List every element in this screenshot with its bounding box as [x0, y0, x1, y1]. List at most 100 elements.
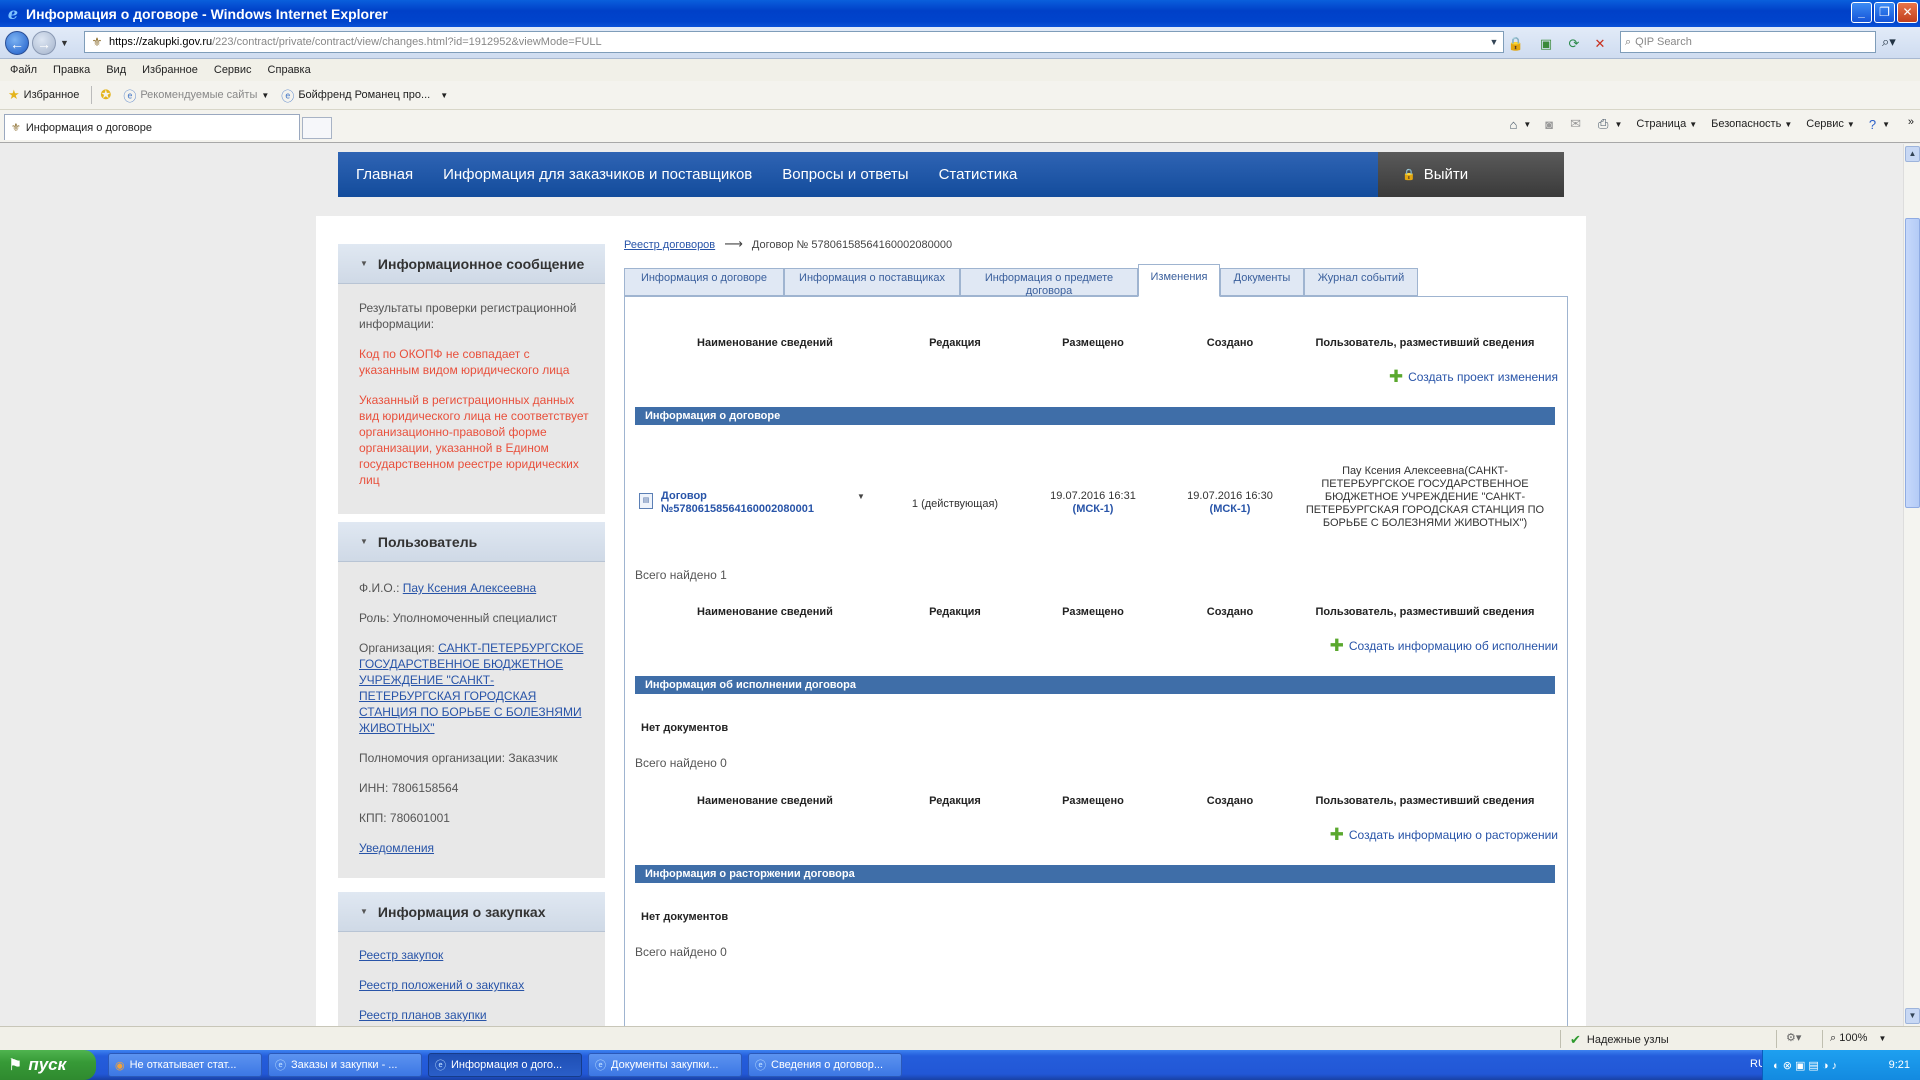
- taskbar-item-active[interactable]: ⓔ Информация о дого...: [428, 1053, 582, 1077]
- nav-info-customers[interactable]: Информация для заказчиков и поставщиков: [443, 166, 752, 183]
- forward-button[interactable]: →: [32, 30, 56, 55]
- menu-bar: Файл Правка Вид Избранное Сервис Справка: [0, 59, 1920, 81]
- recommended-sites-button[interactable]: ⓔ Рекомендуемые сайты ▼: [123, 86, 269, 105]
- tab-subject-info[interactable]: Информация о предмете договора: [960, 268, 1138, 297]
- taskbar-item[interactable]: ⓔ Документы закупки...: [588, 1053, 742, 1077]
- page-menu[interactable]: Страница ▼: [1636, 118, 1697, 130]
- tools-menu-label: Сервис: [1806, 118, 1844, 130]
- breadcrumb: Реестр договоров ⟶ Договор № 57806158564…: [624, 236, 952, 252]
- scroll-thumb[interactable]: [1905, 218, 1920, 508]
- tab-suppliers-info[interactable]: Информация о поставщиках: [784, 268, 960, 296]
- taskbar-item[interactable]: ◉ Не откатывает стат...: [108, 1053, 262, 1077]
- favorites-button[interactable]: ★ Избранное: [8, 87, 79, 103]
- lock-icon[interactable]: 🔒: [1506, 34, 1526, 54]
- compatibility-icon[interactable]: ▣: [1536, 34, 1556, 54]
- mail-button[interactable]: ✉: [1570, 116, 1584, 132]
- search-placeholder: QIP Search: [1635, 36, 1692, 48]
- purchases-panel: ▼ Информация о закупках Реестр закупок Р…: [338, 892, 605, 1026]
- menu-favorites[interactable]: Избранное: [142, 64, 198, 76]
- breadcrumb-contracts-link[interactable]: Реестр договоров: [624, 239, 715, 251]
- nav-statistics[interactable]: Статистика: [939, 166, 1018, 183]
- tray-icons[interactable]: ◐ ⊗ ▣ ▤ ◑ ♪: [1773, 1059, 1837, 1072]
- col-posted: Размещено: [1062, 795, 1124, 807]
- address-input[interactable]: ⚜ https://zakupki.gov.ru/223/contract/pr…: [84, 31, 1504, 53]
- contract-link[interactable]: Договор №57806158564160002080001: [661, 490, 814, 516]
- protected-mode-icon[interactable]: ⚙▾: [1786, 1031, 1801, 1044]
- info-message-header[interactable]: ▼ Информационное сообщение: [338, 244, 605, 284]
- create-execution-link[interactable]: ✚ Создать информацию об исполнении: [1330, 636, 1558, 656]
- menu-edit[interactable]: Правка: [53, 64, 90, 76]
- scroll-up-button[interactable]: ▲: [1905, 146, 1920, 162]
- scroll-down-button[interactable]: ▼: [1905, 1008, 1920, 1024]
- minimize-button[interactable]: _: [1851, 2, 1872, 23]
- menu-help[interactable]: Справка: [268, 64, 311, 76]
- user-org-link[interactable]: САНКТ-ПЕТЕРБУРГСКОЕ ГОСУДАРСТВЕННОЕ БЮДЖ…: [359, 641, 583, 735]
- home-button[interactable]: ⌂ ▼: [1510, 117, 1532, 132]
- new-tab-button[interactable]: [302, 117, 332, 139]
- purchases-panel-header[interactable]: ▼ Информация о закупках: [338, 892, 605, 932]
- browser-tab[interactable]: ⚜ Информация о договоре: [4, 114, 300, 140]
- col-posted: Размещено: [1062, 337, 1124, 349]
- row-actions-dropdown-icon[interactable]: ▼: [857, 492, 865, 501]
- fav-link[interactable]: ⓔ Бойфренд Романец про... ▼: [281, 86, 448, 105]
- chevron-right-icon[interactable]: »: [1908, 116, 1914, 128]
- notifications-link[interactable]: Уведомления: [359, 841, 434, 855]
- address-dropdown-icon[interactable]: ▼: [1487, 34, 1501, 50]
- tab-event-log[interactable]: Журнал событий: [1304, 268, 1418, 296]
- history-dropdown-icon[interactable]: ▼: [60, 38, 69, 48]
- create-change-link[interactable]: ✚ Создать проект изменения: [1389, 367, 1558, 387]
- contract-link-number: №57806158564160002080001: [661, 503, 814, 515]
- recommended-sites-label: Рекомендуемые сайты: [140, 89, 258, 101]
- zoom-control[interactable]: ⌕ 100% ▼: [1830, 1032, 1886, 1045]
- purchases-registry-link[interactable]: Реестр закупок: [359, 948, 443, 962]
- feeds-button[interactable]: ◙: [1545, 117, 1556, 132]
- menu-view[interactable]: Вид: [106, 64, 126, 76]
- nav-home[interactable]: Главная: [356, 166, 413, 183]
- org-inn: ИНН: 7806158564: [359, 781, 459, 795]
- start-button[interactable]: ⚑ пуск: [0, 1050, 96, 1080]
- user-panel-header[interactable]: ▼ Пользователь: [338, 522, 605, 562]
- ie-icon: ⓔ: [595, 1060, 606, 1072]
- purchase-regulations-link[interactable]: Реестр положений о закупках: [359, 978, 524, 992]
- zoom-icon: ⌕: [1830, 1032, 1837, 1044]
- page-viewport: Главная Информация для заказчиков и пост…: [0, 144, 1920, 1026]
- tab-contract-info[interactable]: Информация о договоре: [624, 268, 784, 296]
- back-button[interactable]: ←: [5, 30, 29, 55]
- row-user: Пау Ксения Алексеевна(САНКТ-ПЕТЕРБУРГСКО…: [1305, 465, 1545, 529]
- stop-icon[interactable]: ✕: [1590, 34, 1610, 54]
- window-title: Информация о договоре - Windows Internet…: [26, 5, 388, 22]
- help-button[interactable]: ? ▼: [1869, 117, 1890, 132]
- col-name: Наименование сведений: [697, 606, 833, 618]
- safety-menu-label: Безопасность: [1711, 118, 1782, 130]
- safety-menu[interactable]: Безопасность ▼: [1711, 118, 1792, 130]
- tab-changes[interactable]: Изменения: [1138, 264, 1220, 297]
- found-count: Всего найдено 1: [635, 568, 727, 582]
- logout-button[interactable]: 🔒 Выйти: [1378, 152, 1564, 197]
- search-input[interactable]: ⌕ QIP Search: [1620, 31, 1876, 53]
- menu-tools[interactable]: Сервис: [214, 64, 252, 76]
- add-favorite-button[interactable]: ✪: [100, 87, 115, 103]
- menu-file[interactable]: Файл: [10, 64, 37, 76]
- taskbar-item[interactable]: ⓔ Сведения о договор...: [748, 1053, 902, 1077]
- security-zone[interactable]: ✔ Надежные узлы: [1570, 1032, 1669, 1048]
- user-fio-link[interactable]: Пау Ксения Алексеевна: [403, 581, 536, 595]
- search-go-icon[interactable]: ⌕▾: [1882, 34, 1896, 50]
- org-kpp: КПП: 780601001: [359, 811, 450, 825]
- tools-menu[interactable]: Сервис ▼: [1806, 118, 1855, 130]
- close-button[interactable]: ✕: [1897, 2, 1918, 23]
- vertical-scrollbar[interactable]: ▲ ▼: [1903, 144, 1920, 1026]
- arrow-right-icon: ⟶: [724, 236, 743, 251]
- tab-documents[interactable]: Документы: [1220, 268, 1304, 296]
- create-termination-link[interactable]: ✚ Создать информацию о расторжении: [1330, 825, 1558, 845]
- clock[interactable]: 9:21: [1889, 1059, 1910, 1071]
- ie-icon: ⓔ: [435, 1060, 446, 1072]
- section-execution-info: Информация об исполнении договора: [635, 676, 1555, 694]
- plus-icon: ✚: [1388, 367, 1404, 386]
- print-button[interactable]: ⎙ ▼: [1598, 116, 1622, 132]
- taskbar-item[interactable]: ⓔ Заказы и закупки - ...: [268, 1053, 422, 1077]
- refresh-icon[interactable]: ⟳: [1564, 34, 1584, 54]
- restore-button[interactable]: ❐: [1874, 2, 1895, 23]
- nav-faq[interactable]: Вопросы и ответы: [782, 166, 908, 183]
- purchase-plans-link[interactable]: Реестр планов закупки: [359, 1008, 487, 1022]
- col-user: Пользователь, разместивший сведения: [1315, 337, 1535, 349]
